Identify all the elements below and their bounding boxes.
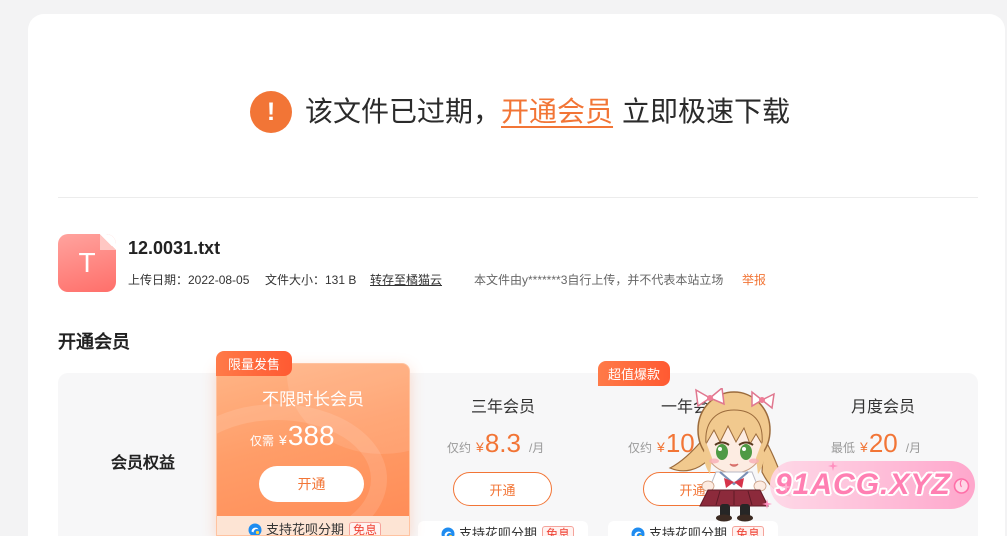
report-link[interactable]: 举报: [742, 271, 766, 289]
price-value: 20: [868, 428, 898, 458]
huabei-icon: [441, 527, 455, 536]
plan-card-lifetime[interactable]: 不限时长会员 仅需 ¥ 388 开通 支持花呗分期 免息: [216, 363, 410, 536]
installment-text: 支持花呗分期: [649, 526, 728, 536]
file-name: 12.0031.txt: [128, 238, 221, 258]
file-size: 文件大小：131 B: [265, 273, 357, 287]
price-prefix: 仅约: [628, 441, 653, 455]
plan-name: 月度会员: [850, 399, 915, 416]
currency-symbol: ¥: [279, 432, 287, 448]
currency-symbol: ¥: [476, 439, 484, 455]
plan-name: 三年会员: [470, 399, 535, 416]
sparkle-icon: [781, 482, 791, 492]
currency-symbol: ¥: [657, 439, 665, 455]
open-membership-link[interactable]: 开通会员: [501, 92, 613, 132]
membership-heading: 开通会员: [58, 332, 130, 352]
price-unit: /月: [528, 441, 545, 455]
huabei-icon: [631, 527, 645, 536]
price-value: 388: [287, 420, 335, 451]
upload-date: 上传日期：2022-08-05: [128, 273, 250, 287]
installment-strip: 支持花呗分期 免息: [418, 521, 588, 536]
best-value-tag: 超值爆款: [598, 361, 670, 386]
sparkle-icon: [762, 499, 772, 509]
plan-name: 不限时长会员: [262, 390, 364, 409]
plan-price: 仅需 ¥ 388: [250, 419, 335, 453]
file-type-letter: T: [78, 247, 96, 278]
membership-plans-panel: 会员权益 限量发售 不限时长会员 仅需 ¥ 388 开通 支持花呗分期 免息 三…: [58, 351, 978, 536]
currency-symbol: ¥: [860, 439, 868, 455]
limited-sale-tag: 限量发售: [216, 351, 292, 376]
interest-free-badge: 免息: [542, 526, 575, 536]
text-file-icon: T: [58, 234, 116, 292]
plan-card-monthly[interactable]: 月度会员 最低 ¥ 20 /月: [788, 373, 978, 536]
watermark-text: 91ACG.XYZ: [775, 468, 951, 501]
huabei-icon: [248, 523, 262, 535]
divider: [58, 197, 978, 198]
uploader-disclaimer: 本文件由y*******3自行上传，并不代表本站立场: [474, 273, 724, 287]
installment-text: 支持花呗分期: [266, 522, 345, 536]
site-watermark: 91ACG.XYZ: [770, 461, 975, 509]
price-prefix: 最低: [831, 441, 856, 455]
expired-notice: ! 该文件已过期， 开通会员 立即极速下载: [250, 91, 790, 133]
open-three-year-button[interactable]: 开通: [453, 472, 552, 506]
save-to-cloud-link[interactable]: 转存至橘猫云: [370, 271, 442, 289]
interest-free-badge: 免息: [349, 522, 382, 535]
price-prefix: 仅需: [250, 434, 275, 448]
plan-price: 仅约 ¥ 8.3 /月: [447, 427, 544, 459]
sparkle-icon: [828, 461, 838, 471]
price-unit: /月: [905, 441, 922, 455]
price-value: 8.3: [484, 428, 521, 458]
price-prefix: 仅约: [447, 441, 472, 455]
open-lifetime-button[interactable]: 开通: [259, 466, 364, 502]
installment-strip: 支持花呗分期 免息: [217, 516, 409, 536]
plan-card-three-year[interactable]: 三年会员 仅约 ¥ 8.3 /月 开通 支持花呗分期 免息: [408, 373, 598, 536]
exclamation-icon: !: [250, 91, 292, 133]
notice-text-after: 立即极速下载: [622, 96, 791, 127]
member-benefits-label: 会员权益: [110, 455, 175, 472]
installment-text: 支持花呗分期: [459, 526, 538, 536]
notice-text: 该文件已过期，: [305, 96, 502, 127]
interest-free-badge: 免息: [732, 526, 765, 536]
file-fold-corner: [100, 234, 116, 250]
installment-strip: 支持花呗分期 免息: [608, 521, 778, 536]
plan-price: 最低 ¥ 20 /月: [831, 427, 921, 459]
peach-icon: [953, 478, 970, 494]
download-card: ! 该文件已过期， 开通会员 立即极速下载 T 12.0031.txt 上传日期…: [28, 14, 1005, 536]
